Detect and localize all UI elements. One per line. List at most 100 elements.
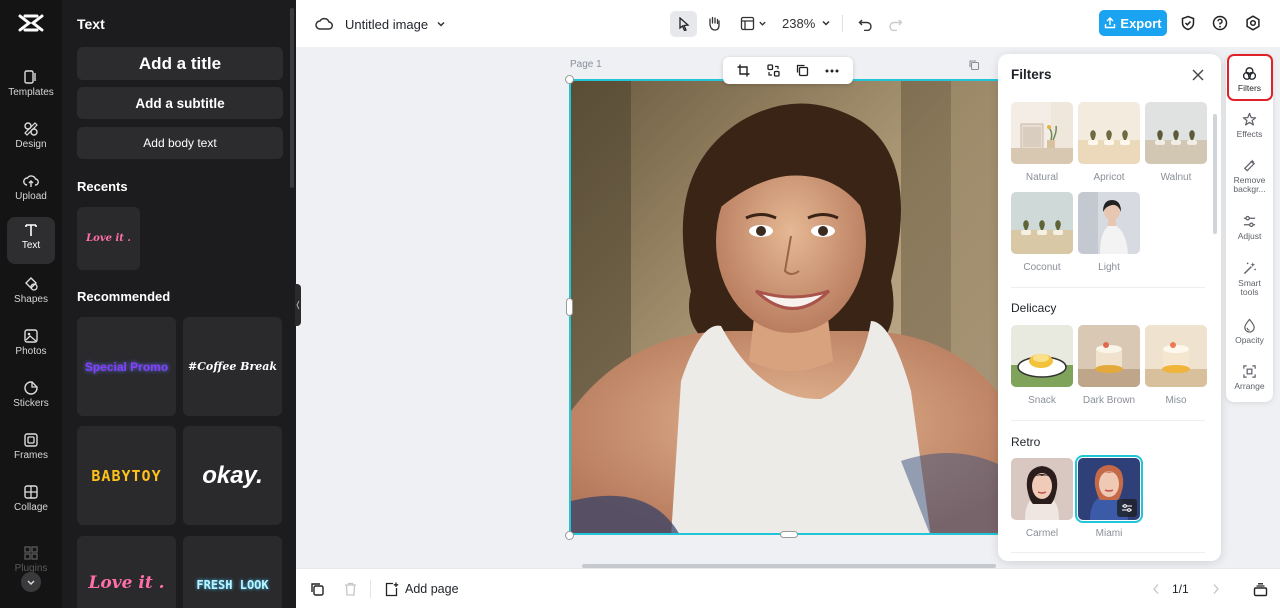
export-button[interactable]: Export	[1099, 10, 1167, 36]
frames-icon	[24, 433, 38, 447]
adjust-filter-button[interactable]	[1117, 499, 1137, 517]
rail-item-frames[interactable]: Frames	[7, 427, 55, 473]
rail-item-stickers[interactable]: Stickers	[7, 375, 55, 421]
tile-text: #Coffee Break	[187, 360, 278, 373]
add-page-icon	[385, 582, 399, 596]
text-style-tile[interactable]: Love it .	[77, 536, 176, 608]
rail-item-upload[interactable]: Upload	[7, 168, 55, 214]
rail-item-templates[interactable]: Templates	[7, 64, 55, 110]
filter-name: Coconut	[1023, 262, 1061, 273]
resize-handle[interactable]	[565, 531, 574, 540]
rail-label: Upload	[15, 191, 47, 202]
cursor-icon	[678, 17, 690, 31]
resize-handle[interactable]	[780, 531, 798, 538]
panel-scrollbar[interactable]	[290, 8, 294, 188]
canvas-photo[interactable]	[569, 79, 1009, 535]
collapse-panel-handle[interactable]	[295, 284, 301, 326]
resize-handle[interactable]	[566, 298, 573, 316]
filter-natural[interactable]: Natural	[1011, 102, 1073, 183]
duplicate-button[interactable]	[794, 62, 812, 80]
active-tool-highlight	[1227, 54, 1273, 101]
redo-icon	[888, 19, 902, 31]
magic-eraser-icon	[1243, 159, 1256, 172]
capcut-logo[interactable]	[17, 11, 45, 35]
chevron-down-icon	[27, 580, 35, 585]
help-button[interactable]	[1209, 12, 1231, 34]
replace-button[interactable]	[764, 62, 782, 80]
add-body-text-button[interactable]: Add body text	[77, 127, 283, 159]
rail-item-text[interactable]: Text	[7, 217, 55, 264]
zoom-level: 238%	[782, 15, 816, 31]
filter-name: Natural	[1025, 172, 1059, 183]
resize-handle[interactable]	[565, 75, 574, 84]
tile-text: Special Promo	[84, 359, 169, 374]
add-page-button[interactable]: Add page	[384, 579, 459, 599]
text-style-tile[interactable]: FRESH LOOK	[183, 536, 282, 608]
settings-button[interactable]	[1242, 12, 1264, 34]
templates-icon	[24, 70, 36, 84]
filter-light[interactable]: Light	[1078, 192, 1140, 273]
document-title-menu[interactable]: Untitled image	[345, 14, 446, 34]
text-panel: Text Add a title Add a subtitle Add body…	[62, 0, 296, 608]
right-rail-opacity[interactable]: Opacity	[1226, 318, 1273, 345]
more-options-button[interactable]	[823, 62, 841, 80]
rail-item-collage[interactable]: Collage	[7, 479, 55, 525]
cloud-save-button[interactable]	[314, 14, 334, 34]
previous-page-button[interactable]	[1148, 581, 1164, 597]
filter-miso[interactable]: Miso	[1145, 325, 1207, 406]
filters-scrollbar[interactable]	[1213, 114, 1217, 234]
duplicate-page-button[interactable]	[967, 58, 981, 72]
arrange-icon	[1243, 365, 1256, 378]
right-rail-remove-background[interactable]: Remove backgr...	[1226, 158, 1273, 194]
security-button[interactable]	[1177, 12, 1199, 34]
add-subtitle-button[interactable]: Add a subtitle	[77, 87, 283, 119]
filter-coconut[interactable]: Coconut	[1011, 192, 1073, 273]
right-rail-label: Smart tools	[1238, 278, 1261, 297]
layout-menu-button[interactable]	[737, 12, 769, 34]
filter-carmel[interactable]: Carmel	[1011, 458, 1073, 539]
next-page-button[interactable]	[1208, 581, 1224, 597]
text-style-tile[interactable]: #Coffee Break	[183, 317, 282, 416]
undo-button[interactable]	[854, 12, 876, 34]
text-style-tile[interactable]: okay.	[183, 426, 282, 525]
text-style-tile[interactable]: BABYTOY	[77, 426, 176, 525]
filter-thumbnail	[1011, 192, 1073, 254]
text-style-tile[interactable]: Special Promo	[77, 317, 176, 416]
rail-item-design[interactable]: Design	[7, 116, 55, 162]
crop-icon	[737, 64, 750, 77]
chevron-down-icon	[758, 21, 766, 26]
bottom-bar: Add page 1/1	[296, 568, 1280, 608]
filter-walnut[interactable]: Walnut	[1145, 102, 1207, 183]
hand-tool-button[interactable]	[703, 12, 725, 34]
top-bar: Untitled image 238% Export	[296, 0, 1280, 47]
filter-apricot[interactable]: Apricot	[1078, 102, 1140, 183]
rail-item-photos[interactable]: Photos	[7, 323, 55, 369]
filter-thumbnail-selected	[1075, 455, 1143, 523]
filter-dark-brown[interactable]: Dark Brown	[1078, 325, 1140, 406]
add-title-button[interactable]: Add a title	[77, 47, 283, 80]
close-icon[interactable]	[1191, 68, 1205, 82]
chevron-left-icon	[296, 300, 300, 310]
recent-text-tile[interactable]: Love it .	[77, 207, 140, 270]
filter-snack[interactable]: Snack	[1011, 325, 1073, 406]
right-rail-smart-tools[interactable]: Smart tools	[1226, 261, 1273, 297]
rail-label: Templates	[8, 87, 54, 98]
filter-thumbnail	[1078, 192, 1140, 254]
divider	[842, 15, 843, 32]
rail-item-shapes[interactable]: Shapes	[7, 271, 55, 317]
rail-label: Frames	[14, 450, 48, 461]
zoom-menu[interactable]: 238%	[782, 12, 831, 34]
replace-icon	[767, 64, 780, 77]
pages-panel-button[interactable]	[1251, 580, 1269, 598]
crop-button[interactable]	[735, 62, 753, 80]
delete-page-button[interactable]	[341, 580, 359, 598]
duplicate-icon	[797, 64, 809, 77]
filter-miami[interactable]: Miami	[1075, 455, 1143, 539]
page-thumbnail-button[interactable]	[308, 580, 326, 598]
right-rail-arrange[interactable]: Arrange	[1226, 364, 1273, 391]
right-rail-effects[interactable]: Effects	[1226, 112, 1273, 139]
redo-button[interactable]	[884, 12, 906, 34]
select-tool-button[interactable]	[670, 11, 697, 37]
right-rail-adjust[interactable]: Adjust	[1226, 214, 1273, 241]
rail-expand-button[interactable]	[21, 572, 41, 592]
